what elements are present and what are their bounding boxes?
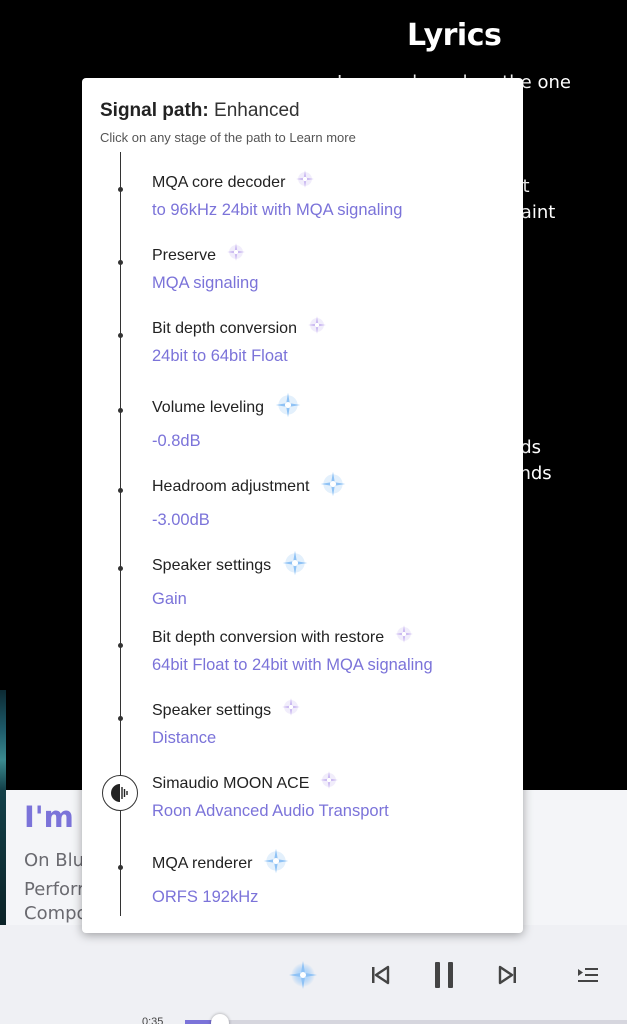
stage-detail: Roon Advanced Audio Transport	[152, 802, 389, 820]
stage-name: Bit depth conversion	[152, 316, 327, 341]
stage-name-text: Speaker settings	[152, 701, 272, 719]
signal-path-stage[interactable]: Headroom adjustment -3.00dB	[152, 470, 512, 530]
composer-line: Compo	[24, 903, 88, 924]
stage-name: Volume leveling	[152, 391, 302, 424]
lyrics-title: Lyrics	[407, 18, 502, 53]
stage-name-text: Bit depth conversion	[152, 319, 297, 337]
signal-path-node	[118, 260, 123, 265]
stage-name-text: Volume leveling	[152, 398, 265, 416]
signal-path-stage[interactable]: Preserve MQA signaling	[152, 243, 512, 293]
enhanced-quality-star-icon	[319, 470, 347, 503]
signal-path-node	[118, 566, 123, 571]
lossless-quality-star-icon	[394, 624, 414, 649]
lossless-quality-star-icon	[295, 169, 315, 194]
stage-name-text: MQA core decoder	[152, 173, 286, 191]
performer-line: Perforr	[24, 879, 85, 900]
speaker-device-icon	[102, 775, 138, 811]
album-art[interactable]	[0, 690, 6, 790]
stage-detail: Gain	[152, 590, 187, 608]
stage-detail: 24bit to 64bit Float	[152, 347, 288, 365]
stage-name-text: MQA renderer	[152, 854, 253, 872]
signal-path-node	[118, 187, 123, 192]
lossless-quality-star-icon	[319, 770, 339, 795]
signal-path-label: Signal path:	[100, 100, 209, 121]
signal-path-node	[118, 488, 123, 493]
pause-icon[interactable]	[428, 957, 460, 993]
stage-name-text: Simaudio MOON ACE	[152, 774, 310, 792]
next-icon[interactable]	[494, 961, 522, 989]
signal-path-node	[118, 643, 123, 648]
enhanced-quality-star-icon	[262, 847, 290, 880]
signal-path-subtitle: Click on any stage of the path to Learn …	[100, 130, 356, 145]
stage-name-text: Headroom adjustment	[152, 477, 310, 495]
previous-icon[interactable]	[366, 961, 394, 989]
signal-path-stage[interactable]: MQA renderer ORFS 192kHz	[152, 847, 512, 907]
stage-detail: -3.00dB	[152, 511, 210, 529]
stage-detail: to 96kHz 24bit with MQA signaling	[152, 201, 403, 219]
stage-name-text: Preserve	[152, 246, 217, 264]
stage-name-text: Bit depth conversion with restore	[152, 628, 385, 646]
seek-bar[interactable]	[185, 1020, 627, 1024]
signal-path-node	[118, 716, 123, 721]
signal-path-heading: Signal path: Enhanced	[100, 100, 300, 122]
enhanced-quality-star-icon	[281, 549, 309, 582]
signal-path-node	[118, 333, 123, 338]
transport-bar	[0, 925, 627, 1024]
stage-detail: 64bit Float to 24bit with MQA signaling	[152, 656, 433, 674]
stage-detail: -0.8dB	[152, 432, 201, 450]
signal-path-stage[interactable]: Bit depth conversion with restore 64bit F…	[152, 625, 512, 675]
stage-name: MQA core decoder	[152, 170, 315, 195]
stage-detail: Distance	[152, 729, 217, 747]
time-elapsed: 0:35	[142, 1016, 164, 1024]
enhanced-quality-star-icon	[274, 391, 302, 424]
signal-path-popup: Signal path: Enhanced Click on any stage…	[82, 78, 523, 933]
signal-path-node	[118, 865, 123, 870]
stage-name: Speaker settings	[152, 698, 301, 723]
signal-path-stage[interactable]: Volume leveling -0.8dB	[152, 391, 512, 451]
stage-name-text: Speaker settings	[152, 556, 272, 574]
stage-name: Preserve	[152, 243, 246, 268]
signal-path-stage[interactable]: Simaudio MOON ACE Roon Advanced Audio Tra…	[152, 771, 512, 821]
stage-detail: ORFS 192kHz	[152, 888, 259, 906]
lossless-quality-star-icon	[281, 697, 301, 722]
stage-name: Simaudio MOON ACE	[152, 771, 339, 796]
stage-name: Headroom adjustment	[152, 470, 347, 503]
lossless-quality-star-icon	[307, 315, 327, 340]
stage-detail: MQA signaling	[152, 274, 259, 292]
signal-path-stage[interactable]: MQA core decoder to 96kHz 24bit with MQA …	[152, 170, 512, 220]
mqa-star-icon[interactable]	[287, 959, 319, 991]
stage-name: Bit depth conversion with restore	[152, 625, 414, 650]
signal-path-stage[interactable]: Speaker settings Distance	[152, 698, 512, 748]
lossless-quality-star-icon	[226, 242, 246, 267]
stage-name: Speaker settings	[152, 549, 309, 582]
signal-path-quality: Enhanced	[214, 100, 300, 121]
queue-icon[interactable]	[574, 962, 602, 988]
signal-path-stage[interactable]: Bit depth conversion 24bit to 64bit Float	[152, 316, 512, 366]
album-link[interactable]: On Blu	[24, 850, 84, 871]
stage-name: MQA renderer	[152, 847, 290, 880]
signal-path-stage[interactable]: Speaker settings Gain	[152, 549, 512, 609]
signal-path-node	[118, 408, 123, 413]
